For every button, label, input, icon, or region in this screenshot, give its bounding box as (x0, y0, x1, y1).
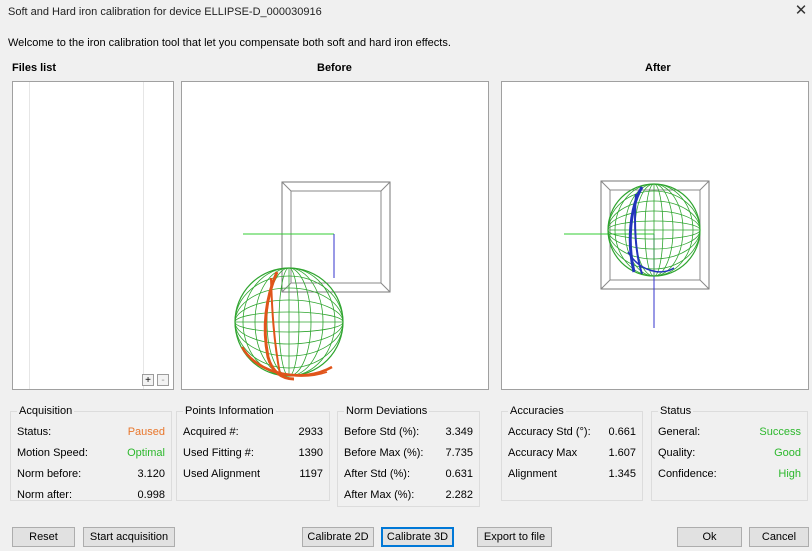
welcome-text: Welcome to the iron calibration tool tha… (8, 37, 451, 49)
points-title: Points Information (183, 405, 276, 417)
calibrate-3d-button[interactable]: Calibrate 3D (381, 527, 454, 547)
acquired-value: 2933 (298, 426, 323, 438)
norm-before-value: 3.120 (137, 468, 165, 480)
used-alignment-label: Used Alignment (183, 468, 261, 480)
add-file-button[interactable]: + (142, 374, 154, 386)
after-header: After (645, 62, 671, 74)
before-plot (234, 181, 391, 381)
plus-icon: + (145, 375, 151, 386)
after-plot (564, 180, 710, 328)
before-box-outer (281, 181, 391, 293)
accuracy-max-label: Accuracy Max (508, 447, 578, 459)
cancel-button[interactable]: Cancel (749, 527, 809, 547)
before-std-value: 3.349 (445, 426, 473, 438)
list-column-divider (29, 82, 30, 389)
after-sphere (607, 183, 701, 277)
before-box-inner (290, 190, 382, 284)
accuracy-std-value: 0.661 (608, 426, 636, 438)
after-std-value: 0.631 (445, 468, 473, 480)
ok-button[interactable]: Ok (677, 527, 742, 547)
acquired-label: Acquired #: (183, 426, 239, 438)
acquisition-title: Acquisition (17, 405, 75, 417)
after-std-label: After Std (%): (344, 468, 411, 480)
confidence-value: High (778, 468, 801, 480)
motion-speed-value: Optimal (127, 447, 165, 459)
calibrate-2d-button[interactable]: Calibrate 2D (302, 527, 374, 547)
after-max-value: 2.282 (445, 489, 473, 501)
norm-before-label: Norm before: (17, 468, 82, 480)
before-sphere (234, 267, 344, 381)
used-fitting-label: Used Fitting #: (183, 447, 254, 459)
minus-icon: - (161, 375, 165, 386)
accuracies-title: Accuracies (508, 405, 566, 417)
accuracy-std-label: Accuracy Std (°): (508, 426, 591, 438)
alignment-label: Alignment (508, 468, 557, 480)
status-value: Paused (127, 426, 165, 438)
points-group: Points Information Acquired #: 2933 Used… (176, 405, 330, 501)
acquisition-group: Acquisition Status: Paused Motion Speed:… (10, 405, 172, 501)
before-max-label: Before Max (%): (344, 447, 424, 459)
files-list-header: Files list (12, 62, 57, 74)
status-label: Status: (17, 426, 52, 438)
export-to-file-button[interactable]: Export to file (477, 527, 552, 547)
norm-after-label: Norm after: (17, 489, 73, 501)
files-list[interactable] (12, 81, 174, 390)
motion-speed-label: Motion Speed: (17, 447, 88, 459)
after-max-label: After Max (%): (344, 489, 415, 501)
general-label: General: (658, 426, 701, 438)
status-group: Status General: Success Quality: Good Co… (651, 405, 808, 501)
norm-deviations-title: Norm Deviations (344, 405, 430, 417)
close-icon: ✕ (794, 2, 808, 19)
before-view[interactable] (181, 81, 489, 390)
after-box-inner (609, 189, 701, 281)
before-max-value: 7.735 (445, 447, 473, 459)
confidence-label: Confidence: (658, 468, 717, 480)
quality-value: Good (774, 447, 801, 459)
quality-label: Quality: (658, 447, 696, 459)
after-view[interactable] (501, 81, 809, 390)
general-value: Success (759, 426, 801, 438)
list-column-divider (143, 82, 144, 389)
reset-button[interactable]: Reset (12, 527, 75, 547)
before-header: Before (317, 62, 352, 74)
status-title: Status (658, 405, 694, 417)
before-std-label: Before Std (%): (344, 426, 420, 438)
close-button[interactable]: ✕ (792, 2, 810, 20)
window-title: Soft and Hard iron calibration for devic… (8, 6, 322, 18)
start-acquisition-button[interactable]: Start acquisition (83, 527, 175, 547)
alignment-value: 1.345 (608, 468, 636, 480)
used-fitting-value: 1390 (298, 447, 323, 459)
used-alignment-value: 1197 (299, 468, 323, 480)
norm-deviations-group: Norm Deviations Before Std (%): 3.349 Be… (337, 405, 480, 507)
remove-file-button[interactable]: - (157, 374, 169, 386)
accuracy-max-value: 1.607 (608, 447, 636, 459)
norm-after-value: 0.998 (137, 489, 165, 501)
accuracies-group: Accuracies Accuracy Std (°): 0.661 Accur… (501, 405, 643, 501)
